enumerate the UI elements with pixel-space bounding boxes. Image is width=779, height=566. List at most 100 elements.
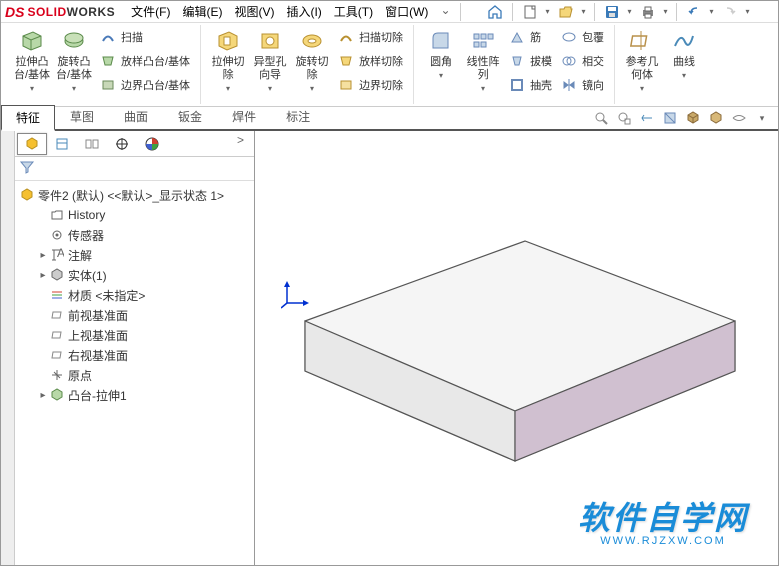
linear-pattern-button[interactable]: 线性阵 列 ▾ xyxy=(462,25,504,96)
menu-tools[interactable]: 工具(T) xyxy=(328,1,379,22)
tree-sensors[interactable]: 传感器 xyxy=(35,225,252,245)
print-dropdown[interactable]: ▾ xyxy=(662,7,670,16)
label: 异型孔 向导 xyxy=(254,56,287,82)
quick-access-toolbar: ▾ ▾ ▾ ▾ ▾ ▾ xyxy=(484,2,752,22)
filter-icon[interactable] xyxy=(19,159,35,178)
tree-origin[interactable]: 原点 xyxy=(35,365,252,385)
plane-icon xyxy=(49,307,65,323)
tab-annotation[interactable]: 标注 xyxy=(271,104,325,129)
tree-root[interactable]: 零件2 (默认) <<默认>_显示状态 1> xyxy=(17,185,252,205)
fm-expand-arrow[interactable]: > xyxy=(229,133,252,154)
tree-label: 零件2 (默认) <<默认>_显示状态 1> xyxy=(38,187,224,204)
tab-surface[interactable]: 曲面 xyxy=(109,104,163,129)
3d-viewport[interactable]: 软件自学网 WWW.RJZXW.COM xyxy=(255,131,778,565)
tree-solid-bodies[interactable]: ▸实体(1) xyxy=(35,265,252,285)
save-dropdown[interactable]: ▾ xyxy=(626,7,634,16)
draft-button[interactable]: 拔模 xyxy=(504,49,556,73)
twisty[interactable]: ▸ xyxy=(37,270,49,281)
extrude-cut-button[interactable]: 拉伸切 除 ▾ xyxy=(207,25,249,96)
new-dropdown[interactable]: ▾ xyxy=(544,7,552,16)
tree-front-plane[interactable]: 前视基准面 xyxy=(35,305,252,325)
tab-weldment[interactable]: 焊件 xyxy=(217,104,271,129)
view-orientation-icon[interactable] xyxy=(683,108,703,128)
twisty[interactable]: ▸ xyxy=(37,390,49,401)
boundary-cut-button[interactable]: 边界切除 xyxy=(333,73,407,97)
menu-insert[interactable]: 插入(I) xyxy=(280,1,327,22)
menu-file[interactable]: 文件(F) xyxy=(125,1,176,22)
dropdown-icon: ▾ xyxy=(30,84,34,94)
part-icon xyxy=(19,187,35,203)
wrap-button[interactable]: 包覆 xyxy=(556,25,608,49)
ribbon-toolbar: 拉伸凸 台/基体 ▾ 旋转凸 台/基体 ▾ 扫描 放样凸台/基体 边界凸台/基体… xyxy=(1,23,778,107)
separator xyxy=(512,3,513,21)
intersect-button[interactable]: 相交 xyxy=(556,49,608,73)
view-dropdown[interactable]: ▾ xyxy=(752,108,772,128)
tree-extrude-feature[interactable]: ▸ 凸台-拉伸1 xyxy=(35,385,252,405)
tree-annotations[interactable]: ▸A注解 xyxy=(35,245,252,265)
tab-features[interactable]: 特征 xyxy=(1,105,55,131)
sweep-button[interactable]: 扫描 xyxy=(95,25,194,49)
open-dropdown[interactable]: ▾ xyxy=(580,7,588,16)
display-style-icon[interactable] xyxy=(706,108,726,128)
print-button[interactable] xyxy=(637,2,659,22)
tab-sheetmetal[interactable]: 钣金 xyxy=(163,104,217,129)
save-button[interactable] xyxy=(601,2,623,22)
fm-tab-dimxpert[interactable] xyxy=(107,133,137,155)
hide-show-icon[interactable] xyxy=(729,108,749,128)
fillet-button[interactable]: 圆角 ▾ xyxy=(420,25,462,83)
revolve-cut-button[interactable]: 旋转切 除 ▾ xyxy=(291,25,333,96)
plane-icon xyxy=(49,327,65,343)
prev-view-icon[interactable] xyxy=(637,108,657,128)
zoom-area-icon[interactable] xyxy=(614,108,634,128)
section-view-icon[interactable] xyxy=(660,108,680,128)
curves-button[interactable]: 曲线 ▾ xyxy=(663,25,705,83)
tab-sketch[interactable]: 草图 xyxy=(55,104,109,129)
tree-top-plane[interactable]: 上视基准面 xyxy=(35,325,252,345)
menu-window[interactable]: 窗口(W) xyxy=(379,1,434,22)
sweep-cut-button[interactable]: 扫描切除 xyxy=(333,25,407,49)
zoom-fit-icon[interactable] xyxy=(591,108,611,128)
undo-button[interactable] xyxy=(683,2,705,22)
rib-icon xyxy=(508,28,526,46)
twisty[interactable]: ▸ xyxy=(37,250,49,261)
command-tabs: 特征 草图 曲面 钣金 焊件 标注 ▾ xyxy=(1,107,778,131)
menu-view[interactable]: 视图(V) xyxy=(228,1,280,22)
tree-label: 凸台-拉伸1 xyxy=(68,387,127,404)
fm-tab-config[interactable] xyxy=(77,133,107,155)
redo-button[interactable] xyxy=(719,2,741,22)
dropdown-icon: ▾ xyxy=(72,84,76,94)
loft-button[interactable]: 放样凸台/基体 xyxy=(95,49,194,73)
hole-wizard-button[interactable]: 异型孔 向导 ▾ xyxy=(249,25,291,96)
new-button[interactable] xyxy=(519,2,541,22)
boundary-button[interactable]: 边界凸台/基体 xyxy=(95,73,194,97)
label: 拉伸切 除 xyxy=(212,56,245,82)
label: 圆角 xyxy=(430,56,452,69)
home-button[interactable] xyxy=(484,2,506,22)
fm-tab-tree[interactable] xyxy=(17,133,47,155)
revolve-boss-button[interactable]: 旋转凸 台/基体 ▾ xyxy=(53,25,95,96)
intersect-icon xyxy=(560,52,578,70)
loft-cut-button[interactable]: 放样切除 xyxy=(333,49,407,73)
tree-history[interactable]: History xyxy=(35,205,252,225)
tree-right-plane[interactable]: 右视基准面 xyxy=(35,345,252,365)
reference-geometry-button[interactable]: 参考几 何体 ▾ xyxy=(621,25,663,96)
menu-edit[interactable]: 编辑(E) xyxy=(176,1,228,22)
redo-dropdown[interactable]: ▾ xyxy=(744,7,752,16)
tree-label: 传感器 xyxy=(68,227,104,244)
label: 拉伸凸 台/基体 xyxy=(14,56,50,82)
open-button[interactable] xyxy=(555,2,577,22)
shell-button[interactable]: 抽壳 xyxy=(504,73,556,97)
loft-icon xyxy=(99,52,117,70)
plane-icon xyxy=(49,347,65,363)
dropdown-icon: ▾ xyxy=(481,84,485,94)
fm-tab-display[interactable] xyxy=(137,133,167,155)
tree-material[interactable]: 材质 <未指定> xyxy=(35,285,252,305)
label: 扫描切除 xyxy=(359,29,403,45)
fm-tab-property[interactable] xyxy=(47,133,77,155)
rib-button[interactable]: 筋 xyxy=(504,25,556,49)
side-strip[interactable] xyxy=(1,131,15,565)
extrude-boss-button[interactable]: 拉伸凸 台/基体 ▾ xyxy=(11,25,53,96)
undo-dropdown[interactable]: ▾ xyxy=(708,7,716,16)
menu-dropdown[interactable]: ⌄ xyxy=(434,1,456,22)
mirror-button[interactable]: 镜向 xyxy=(556,73,608,97)
